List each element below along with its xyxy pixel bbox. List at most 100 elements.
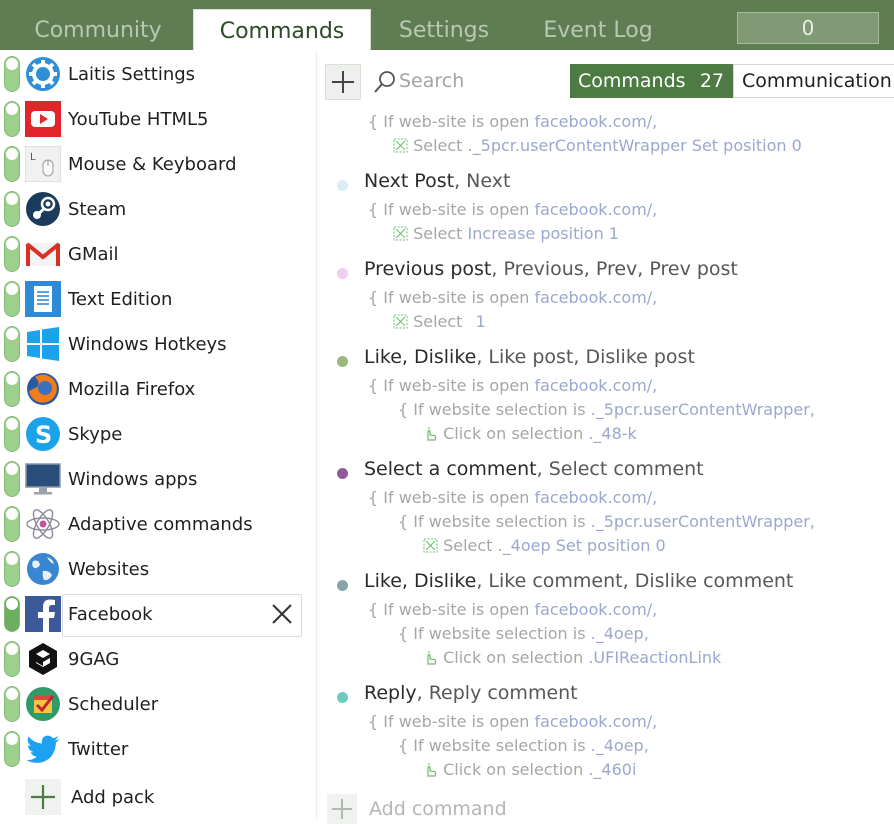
condition-line: { If web-site is open facebook.com/, [368, 488, 658, 507]
add-pack-label: Add pack [71, 787, 155, 808]
pack-item-windows-hotkeys[interactable]: Windows Hotkeys [0, 322, 316, 367]
plus-icon [332, 71, 354, 93]
search-input[interactable]: Search [373, 62, 464, 100]
action-line: Select ._4oep Set position 0 [423, 536, 666, 555]
pack-item-mouse-keyboard[interactable]: L Mouse & Keyboard [0, 142, 316, 187]
pack-toggle[interactable] [4, 461, 20, 497]
pack-label: Websites [68, 559, 150, 580]
command-title[interactable]: Like, Dislike, Like post, Dislike post [364, 346, 695, 368]
commands-filter-button[interactable]: Commands 27 [570, 64, 734, 98]
pack-toggle[interactable] [4, 371, 20, 407]
condition-line: { If web-site is open facebook.com/, [368, 200, 658, 219]
command-list: { If web-site is open facebook.com/, Sel… [317, 112, 894, 820]
add-pack-button[interactable]: Add pack [25, 775, 325, 815]
select-icon [393, 138, 408, 153]
tab-community[interactable]: Community [4, 9, 192, 50]
globe-icon [27, 553, 59, 585]
pack-label: Skype [68, 424, 123, 445]
steam-icon [26, 192, 60, 226]
add-command-label: Add command [369, 798, 507, 820]
action-line: Click on selection ._460i [423, 760, 636, 779]
scheduler-icon [26, 687, 60, 721]
command-color-dot [337, 692, 348, 703]
condition-line: { If web-site is open facebook.com/, [368, 376, 658, 395]
tab-commands[interactable]: Commands [193, 9, 371, 51]
condition-line: { If website selection is ._5pcr.userCon… [398, 512, 815, 531]
condition-line: { If web-site is open facebook.com/, [368, 288, 658, 307]
tab-event-log[interactable]: Event Log [518, 9, 678, 50]
pack-item-9gag[interactable]: 9GAG [0, 637, 316, 682]
command-title[interactable]: Select a comment, Select comment [364, 458, 704, 480]
pack-item-gmail[interactable]: GMail [0, 232, 316, 277]
pack-item-websites[interactable]: Websites [0, 547, 316, 592]
pack-label: Laitis Settings [68, 64, 196, 85]
firefox-icon [27, 373, 59, 405]
pack-toggle[interactable] [4, 191, 20, 227]
condition-line: { If website selection is ._4oep, [398, 624, 649, 643]
condition-line: { If website selection is ._5pcr.userCon… [398, 400, 815, 419]
facebook-icon [25, 596, 61, 632]
pack-list: Laitis Settings YouTube HTML5 L Mouse & … [0, 50, 316, 820]
pack-label: Steam [68, 199, 127, 220]
pack-toggle[interactable] [4, 56, 20, 92]
pack-item-facebook[interactable]: Facebook [0, 592, 316, 637]
pack-item-youtube-html5[interactable]: YouTube HTML5 [0, 97, 316, 142]
condition-line: { If web-site is open facebook.com/, [368, 600, 658, 619]
mouse-icon: L [25, 146, 61, 182]
command-color-dot [337, 180, 348, 191]
pack-label: YouTube HTML5 [68, 109, 209, 130]
condition-line: { If web-site is open facebook.com/, [368, 112, 658, 131]
command-title[interactable]: Like, Dislike, Like comment, Dislike com… [364, 570, 793, 592]
pack-label: Windows Hotkeys [68, 334, 227, 355]
pack-item-mozilla-firefox[interactable]: Mozilla Firefox [0, 367, 316, 412]
commands-label: Commands [578, 70, 686, 92]
gear-icon [26, 57, 60, 91]
close-icon[interactable] [270, 602, 294, 626]
command-title[interactable]: Previous post, Previous, Prev, Prev post [364, 258, 738, 280]
pack-item-text-edition[interactable]: Text Edition [0, 277, 316, 322]
pack-label: Facebook [68, 604, 153, 625]
pack-item-steam[interactable]: Steam [0, 187, 316, 232]
pack-item-twitter[interactable]: Twitter [0, 727, 316, 772]
svg-text:L: L [30, 152, 36, 163]
pack-label: 9GAG [68, 649, 120, 670]
add-command-button[interactable] [325, 64, 361, 100]
pack-label: GMail [68, 244, 119, 265]
pack-toggle[interactable] [4, 551, 20, 587]
pack-item-scheduler[interactable]: Scheduler [0, 682, 316, 727]
pack-toggle[interactable] [4, 236, 20, 272]
action-line: Select Increase position 1 [393, 224, 619, 243]
pack-toggle[interactable] [4, 686, 20, 722]
pack-toggle[interactable] [4, 596, 20, 632]
pack-toggle[interactable] [4, 641, 20, 677]
search-icon [374, 71, 395, 93]
communication-filter-button[interactable]: Communication [733, 64, 894, 98]
pack-toggle[interactable] [4, 416, 20, 452]
pack-label: Scheduler [68, 694, 159, 715]
pack-item-windows-apps[interactable]: Windows apps [0, 457, 316, 502]
command-color-dot [337, 468, 348, 479]
pack-item-skype[interactable]: S Skype [0, 412, 316, 457]
command-panel: Search Commands 27 Communication { If we… [316, 50, 894, 824]
pack-toggle[interactable] [4, 101, 20, 137]
command-color-dot [337, 356, 348, 367]
windows-icon [27, 327, 59, 361]
command-title[interactable]: Next Post, Next [364, 170, 510, 192]
youtube-icon [25, 101, 61, 137]
gmail-icon [25, 242, 61, 266]
command-title[interactable]: Reply, Reply comment [364, 682, 578, 704]
click-icon [427, 763, 437, 777]
select-icon [423, 538, 438, 553]
tab-settings[interactable]: Settings [372, 9, 516, 50]
pack-toggle[interactable] [4, 281, 20, 317]
pack-item-adaptive-commands[interactable]: Adaptive commands [0, 502, 316, 547]
command-toolbar: Search Commands 27 Communication [317, 62, 894, 102]
pack-toggle[interactable] [4, 146, 20, 182]
pack-item-laitis-settings[interactable]: Laitis Settings [0, 52, 316, 97]
pack-toggle[interactable] [4, 506, 20, 542]
pack-toggle[interactable] [4, 731, 20, 767]
top-tab-bar: Community Commands Settings Event Log 0 [0, 0, 894, 51]
pack-label: Adaptive commands [68, 514, 253, 535]
svg-text:S: S [35, 421, 52, 449]
pack-toggle[interactable] [4, 326, 20, 362]
